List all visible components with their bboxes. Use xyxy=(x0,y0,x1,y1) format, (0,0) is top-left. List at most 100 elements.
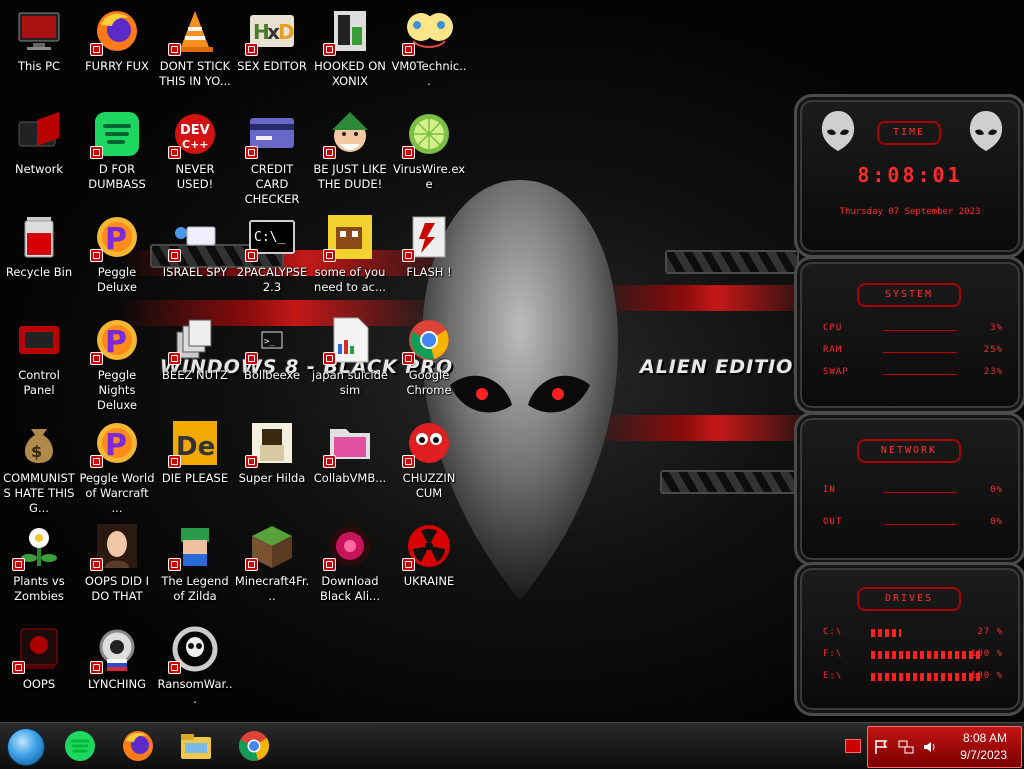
desktop-icon[interactable]: UKRAINE xyxy=(390,517,468,615)
desktop-icon-label: D FOR DUMBASS xyxy=(88,162,146,191)
shortcut-arrow-icon xyxy=(168,661,181,674)
shortcut-arrow-icon xyxy=(168,146,181,159)
taskbar-chrome-button[interactable] xyxy=(234,727,274,765)
shortcut-arrow-icon xyxy=(90,661,103,674)
desktop-icon[interactable]: Super Hilda xyxy=(233,414,311,512)
desktop-icon-label: 2PACALYPSE 2.3 xyxy=(236,265,308,294)
network-icon xyxy=(18,112,59,147)
desktop-icon[interactable]: FURRY FUX xyxy=(78,2,156,100)
desktop-icon[interactable]: DONT STICK THIS IN YO... xyxy=(156,2,234,100)
desktop-icon[interactable]: The Legend of Zilda xyxy=(156,517,234,615)
taskbar-spotify-button[interactable] xyxy=(60,727,100,765)
desktop-icon[interactable]: P Peggle Nights Deluxe xyxy=(78,311,156,412)
wallpaper-grille xyxy=(660,470,804,494)
desktop-icon[interactable]: P Peggle World of Warcraft ... xyxy=(78,414,156,515)
desktop-icon[interactable]: Google Chrome xyxy=(390,311,468,409)
taskbar-clock-time[interactable]: 8:08 AM xyxy=(963,731,1007,745)
drive-c-bar xyxy=(871,629,901,637)
start-button[interactable] xyxy=(7,728,45,766)
shortcut-arrow-icon xyxy=(12,558,25,571)
network-gadget-title: NETWORK xyxy=(857,439,961,463)
desktop-icon[interactable]: >_ Bollbeexe xyxy=(233,311,311,409)
shortcut-arrow-icon xyxy=(323,43,336,56)
desktop-icon[interactable]: CREDIT CARD CHECKER xyxy=(233,105,311,206)
desktop-icon[interactable]: FLASH ! xyxy=(390,208,468,306)
desktop-icon[interactable]: CollabVMB... xyxy=(311,414,389,512)
taskbar-file-explorer-button[interactable] xyxy=(176,727,216,765)
desktop-icon[interactable]: VM0Technic... xyxy=(390,2,468,100)
show-hidden-icons-button[interactable] xyxy=(845,739,861,753)
desktop-icon[interactable]: ISRAEL SPY xyxy=(156,208,234,306)
desktop-icon-label: BE JUST LIKE THE DUDE! xyxy=(313,162,387,191)
wallpaper-stripe xyxy=(590,415,820,441)
flag-icon[interactable] xyxy=(874,739,890,755)
volume-icon[interactable] xyxy=(922,739,938,755)
shortcut-arrow-icon xyxy=(323,455,336,468)
shortcut-arrow-icon xyxy=(90,455,103,468)
shortcut-arrow-icon xyxy=(402,249,415,262)
drives-gadget[interactable]: DRIVES C:\ 27 % F:\ 100 % E:\ 100 % xyxy=(794,562,1024,716)
desktop-icon[interactable]: Download Black Ali... xyxy=(311,517,389,615)
drive-e-row: E:\ 100 % xyxy=(823,671,1003,681)
shortcut-arrow-icon xyxy=(402,146,415,159)
desktop-icon-label: DIE PLEASE xyxy=(161,471,229,485)
network-gadget[interactable]: NETWORK IN 0% OUT 0% xyxy=(794,412,1024,566)
swap-row: SWAP 23% xyxy=(823,367,1003,377)
desktop-icon[interactable]: BE JUST LIKE THE DUDE! xyxy=(311,105,389,203)
desktop-icon[interactable]: japan suicide sim xyxy=(311,311,389,409)
desktop-icon-label: RansomWar... xyxy=(157,677,233,706)
desktop-icon[interactable]: Control Panel xyxy=(0,311,78,409)
desktop-icon[interactable]: LYNCHING xyxy=(78,620,156,718)
desktop-icon-label: The Legend of Zilda xyxy=(161,574,229,603)
drive-c-row: C:\ 27 % xyxy=(823,627,1003,637)
desktop-icon[interactable]: VirusWire.exe xyxy=(390,105,468,203)
shortcut-arrow-icon xyxy=(402,352,415,365)
desktop-icon[interactable]: P Peggle Deluxe xyxy=(78,208,156,306)
shortcut-arrow-icon xyxy=(12,661,25,674)
desktop-icon[interactable]: $ COMMUNISTS HATE THIS G... xyxy=(0,414,78,515)
shortcut-arrow-icon xyxy=(323,146,336,159)
desktop-icon-label: Google Chrome xyxy=(406,368,452,397)
desktop-icon[interactable]: DEV C++ NEVER USED! xyxy=(156,105,234,203)
shortcut-arrow-icon xyxy=(323,558,336,571)
desktop-icon[interactable]: OOPS xyxy=(0,620,78,718)
wallpaper-stripe xyxy=(590,285,820,311)
desktop-icon[interactable]: RansomWar... xyxy=(156,620,234,718)
desktop-icon-label: Plants vs Zombies xyxy=(13,574,65,603)
desktop-icon-label: CHUZZIN CUM xyxy=(402,471,456,500)
time-gadget-clock: 8:08:01 xyxy=(857,163,963,187)
desktop-icon[interactable]: Recycle Bin xyxy=(0,208,78,306)
desktop-icon[interactable]: Minecraft4Fr... xyxy=(233,517,311,615)
desktop-icon-label: some of you need to ac... xyxy=(314,265,386,294)
desktop-icon[interactable]: C:\_ 2PACALYPSE 2.3 xyxy=(233,208,311,306)
taskbar-clock-date[interactable]: 9/7/2023 xyxy=(960,748,1007,762)
network-out-row: OUT 0% xyxy=(823,517,1003,527)
system-gadget[interactable]: SYSTEM CPU 3% RAM 25% SWAP 23% xyxy=(794,256,1024,414)
desktop-icon-label: Network xyxy=(14,162,64,176)
chrome-icon xyxy=(238,731,270,761)
desktop-icon[interactable]: BEEZ NUTZ xyxy=(156,311,234,409)
shortcut-arrow-icon xyxy=(402,43,415,56)
desktop-icon[interactable]: De DIE PLEASE xyxy=(156,414,234,512)
desktop-icon-label: COMMUNISTS HATE THIS G... xyxy=(3,471,75,515)
desktop-icon-label: LYNCHING xyxy=(87,677,147,691)
desktop-icon[interactable]: HOOKED ON XONIX xyxy=(311,2,389,100)
desktop-icon[interactable]: some of you need to ac... xyxy=(311,208,389,306)
svg-text:D: D xyxy=(278,20,295,44)
time-gadget-date: Thursday 07 September 2023 xyxy=(839,207,981,217)
desktop-icon[interactable]: Plants vs Zombies xyxy=(0,517,78,615)
desktop-icon[interactable]: OOPS DID I DO THAT xyxy=(78,517,156,615)
wallpaper-grille xyxy=(665,250,799,274)
desktop-icon[interactable]: CHUZZIN CUM xyxy=(390,414,468,512)
desktop-icon[interactable]: D FOR DUMBASS xyxy=(78,105,156,203)
desktop-icon[interactable]: Network xyxy=(0,105,78,203)
network-icon[interactable] xyxy=(898,739,914,755)
drive-e-bar xyxy=(871,673,981,681)
desktop-icon[interactable]: Hx D SEX EDITOR xyxy=(233,2,311,100)
desktop-icon[interactable]: This PC xyxy=(0,2,78,100)
shortcut-arrow-icon xyxy=(90,558,103,571)
svg-text:$: $ xyxy=(31,442,42,461)
desktop-icon-label: Download Black Ali... xyxy=(320,574,380,603)
taskbar-firefox-button[interactable] xyxy=(118,727,158,765)
time-gadget[interactable]: TIME 8:08:01 Thursday 07 September 2023 xyxy=(794,94,1024,258)
